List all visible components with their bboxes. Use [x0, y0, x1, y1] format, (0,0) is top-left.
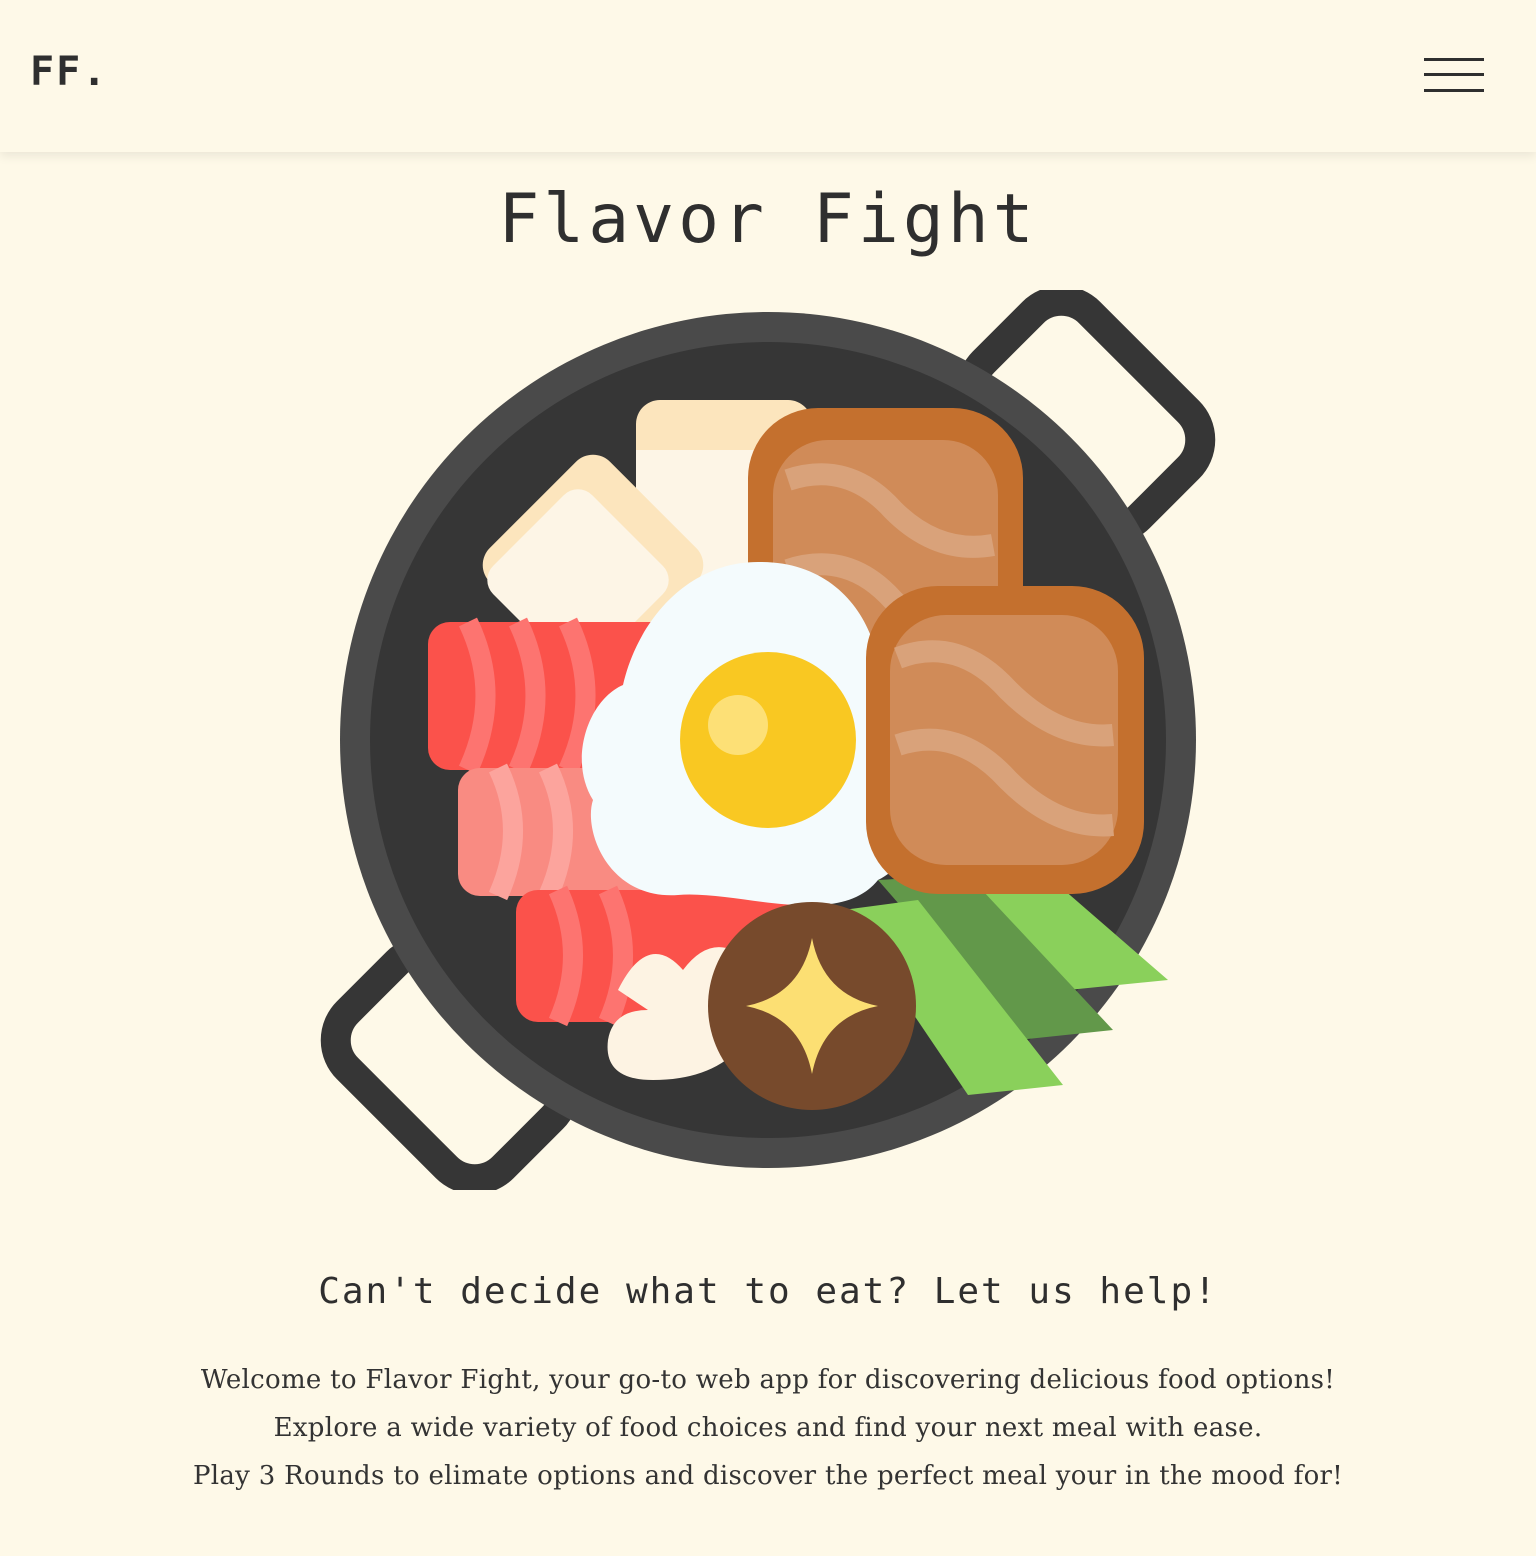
intro-line: Explore a wide variety of food choices a… [273, 1413, 1263, 1443]
meat-slice [866, 586, 1144, 894]
hamburger-line [1424, 73, 1484, 76]
tagline: Can't decide what to eat? Let us help! [318, 1271, 1218, 1312]
intro-line: Welcome to Flavor Fight, your go-to web … [200, 1365, 1336, 1395]
hot-pot-illustration [320, 285, 1216, 1195]
top-nav-bar: FF. [0, 0, 1536, 152]
hamburger-line [1424, 58, 1484, 61]
intro-line: Play 3 Rounds to elimate options and dis… [192, 1461, 1344, 1491]
site-logo[interactable]: FF. [30, 46, 108, 98]
page-title: Flavor Fight [498, 180, 1038, 259]
hot-pot-food-icon [318, 285, 1218, 1195]
intro-text: Welcome to Flavor Fight, your go-to web … [0, 1356, 1536, 1500]
hamburger-line [1424, 89, 1484, 92]
hamburger-menu-icon[interactable] [1418, 52, 1490, 100]
shiitake-mushroom [708, 902, 916, 1110]
